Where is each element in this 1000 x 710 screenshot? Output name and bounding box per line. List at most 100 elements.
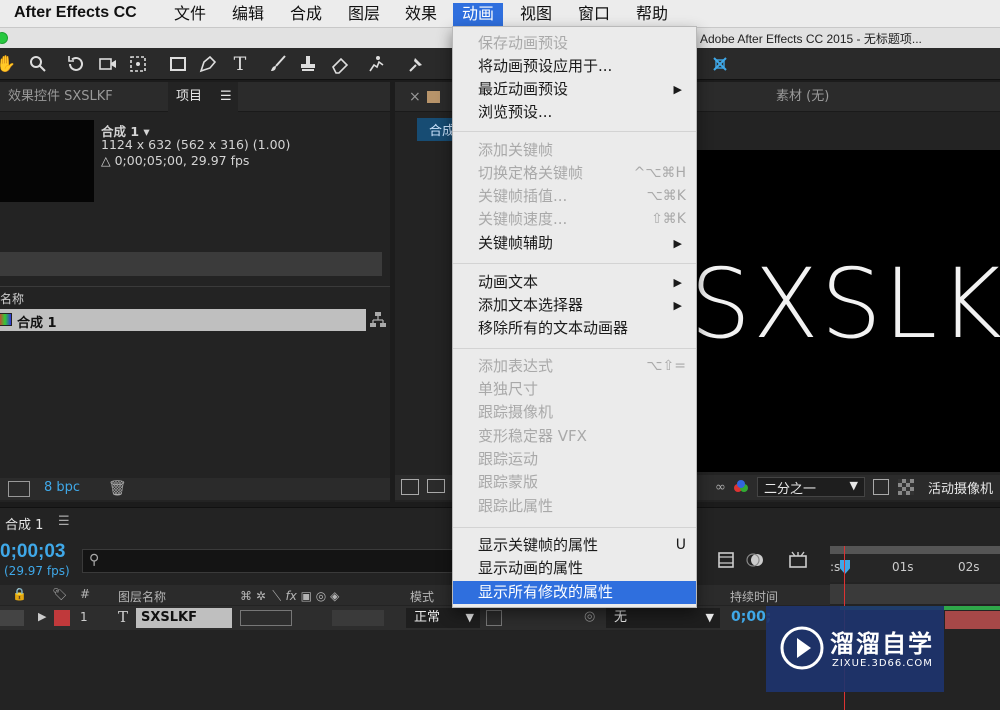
resolution-dropdown[interactable]: 二分之一 ▼ [757,477,865,497]
zoom-tool-icon[interactable] [26,53,50,75]
menu-item-separate-dimensions[interactable]: 单独尺寸 [453,378,696,401]
menu-item-reveal-all-modified-properties[interactable]: 显示所有修改的属性 [453,581,696,604]
hand-tool-icon[interactable]: ✋ [0,53,18,75]
tab-effect-controls[interactable]: 效果控件 SXSLKF [0,82,121,112]
navigator-bar[interactable] [830,546,1000,554]
layer-switches[interactable] [240,610,292,626]
timeline-tab[interactable]: 合成 1 [5,514,43,533]
comp-canvas[interactable]: SXSLKF [690,150,1000,472]
layer-switches-2[interactable] [332,610,384,626]
column-name[interactable]: 名称 [0,290,24,307]
layer-row[interactable]: ▶ 1 T SXSLKF 正常 ▼ ◎ 无 ▼ 0;00; [0,606,830,630]
menu-help[interactable]: 帮助 [627,3,677,27]
menu-item-keyframe-interpolation[interactable]: 关键帧插值... ⌥⌘K [453,185,696,208]
rectangle-tool-icon[interactable] [166,53,190,75]
eraser-tool-icon[interactable] [328,53,352,75]
work-area-bar[interactable] [830,584,1000,604]
window-zoom-button[interactable] [0,32,8,44]
frame-rate-label: (29.97 fps) [4,564,70,578]
expand-arrow-icon[interactable]: ▶ [38,610,46,623]
menu-item-recent-presets[interactable]: 最近动画预设 ▶ [453,78,696,101]
menu-edit[interactable]: 编辑 [223,3,273,27]
layer-name-field[interactable]: SXSLKF [136,608,232,628]
preview-icon[interactable] [401,479,419,495]
layer-bar[interactable] [945,611,1000,629]
menu-item-save-preset[interactable]: 保存动画预设 [453,32,696,55]
region-of-interest-icon[interactable] [873,479,889,495]
menu-item-label: 跟踪此属性 [478,497,554,515]
roto-brush-tool-icon[interactable] [364,53,388,75]
menu-item-add-keyframe[interactable]: 添加关键帧 [453,139,696,162]
menu-item-remove-text-animators[interactable]: 移除所有的文本动画器 [453,317,696,340]
pen-tool-icon[interactable] [196,53,220,75]
trkmat-box[interactable] [486,610,502,626]
camera-tool-icon[interactable] [96,53,120,75]
panel-menu-icon[interactable]: ☰ [220,89,232,104]
menu-layer[interactable]: 图层 [339,3,389,27]
menu-composition[interactable]: 合成 [281,3,331,27]
menu-item-reveal-animated-properties[interactable]: 显示动画的属性 [453,557,696,580]
tab-footage[interactable]: 素材 (无) [768,82,837,112]
menu-separator [453,131,696,132]
puppet-pin-tool-icon[interactable] [404,53,428,75]
menu-item-toggle-hold-keyframe[interactable]: 切换定格关键帧 ^⌥⌘H [453,162,696,185]
blend-mode-dropdown[interactable]: 正常 ▼ [406,608,480,628]
column-layer-name[interactable]: 图层名称 [118,588,166,605]
motion-blur-toggle-icon[interactable] [746,550,766,570]
project-tabbar: 效果控件 SXSLKF 项目 ☰ [0,82,390,112]
menu-item-track-motion[interactable]: 跟踪运动 [453,448,696,471]
project-item-comp1[interactable]: 合成 1 [0,309,366,331]
menu-item-track-mask[interactable]: 跟踪蒙版 [453,471,696,494]
app-name[interactable]: After Effects CC [14,4,137,22]
graph-editor-icon[interactable] [788,550,808,570]
submenu-arrow-icon: ▶ [673,237,682,250]
rotate-tool-icon[interactable] [64,53,88,75]
brush-tool-icon[interactable] [266,53,290,75]
column-mode[interactable]: 模式 [410,588,434,605]
type-tool-icon[interactable]: T [228,53,252,75]
frame-blending-icon[interactable] [716,550,736,570]
menu-item-keyframe-velocity[interactable]: 关键帧速度... ⇧⌘K [453,208,696,231]
visibility-switch[interactable] [0,610,24,626]
monitor-icon[interactable] [427,479,445,493]
column-duration[interactable]: 持续时间 [730,588,778,605]
menu-animation[interactable]: 动画 [453,3,504,27]
menu-effect[interactable]: 效果 [396,3,446,27]
pan-behind-tool-icon[interactable] [126,53,150,75]
flowchart-icon[interactable] [369,311,387,329]
menu-item-add-expression[interactable]: 添加表达式 ⌥⇧= [453,355,696,378]
timeline-search-input[interactable]: ⚲ [82,549,454,573]
project-search-input[interactable] [0,252,382,276]
parent-pickwhip-icon[interactable]: ◎ [584,609,595,624]
menu-window[interactable]: 窗口 [569,3,619,27]
clone-stamp-tool-icon[interactable] [296,53,320,75]
color-channels-icon[interactable] [733,479,749,495]
menu-item-keyframe-assistant[interactable]: 关键帧辅助 ▶ [453,232,696,255]
close-tab-icon[interactable]: × [401,82,429,112]
menu-file[interactable]: 文件 [165,3,215,27]
menu-item-track-camera[interactable]: 跟踪摄像机 [453,401,696,424]
interpret-footage-icon[interactable] [8,481,30,497]
transparency-grid-icon[interactable] [898,479,914,495]
motion-blur-icon[interactable]: ∞ [715,480,726,495]
menu-item-track-this-property[interactable]: 跟踪此属性 [453,495,696,518]
menu-item-label: 添加关键帧 [478,141,554,159]
menu-item-animate-text[interactable]: 动画文本 ▶ [453,271,696,294]
parent-dropdown[interactable]: 无 ▼ [606,608,720,628]
timeline-menu-icon[interactable]: ☰ [58,514,70,529]
current-time-display[interactable]: 0;00;03 [0,541,66,563]
menu-item-apply-preset[interactable]: 将动画预设应用于... [453,55,696,78]
snapping-icon[interactable] [708,53,732,75]
menu-item-warp-stabilizer[interactable]: 变形稳定器 VFX [453,425,696,448]
menu-item-browse-presets[interactable]: 浏览预设... [453,101,696,124]
trash-icon[interactable]: 🗑 [108,479,127,497]
label-color-swatch[interactable] [54,610,70,626]
playhead-icon[interactable] [840,560,850,574]
time-ruler[interactable]: :s 01s 02s [830,546,1000,582]
menu-item-add-text-selector[interactable]: 添加文本选择器 ▶ [453,294,696,317]
bit-depth-button[interactable]: 8 bpc [44,480,80,495]
menu-item-reveal-keyframed-properties[interactable]: 显示关键帧的属性 U [453,534,696,557]
tab-project[interactable]: 项目 ☰ [168,82,238,112]
menu-view[interactable]: 视图 [511,3,561,27]
active-camera-dropdown[interactable]: 活动摄像机 [928,478,993,497]
